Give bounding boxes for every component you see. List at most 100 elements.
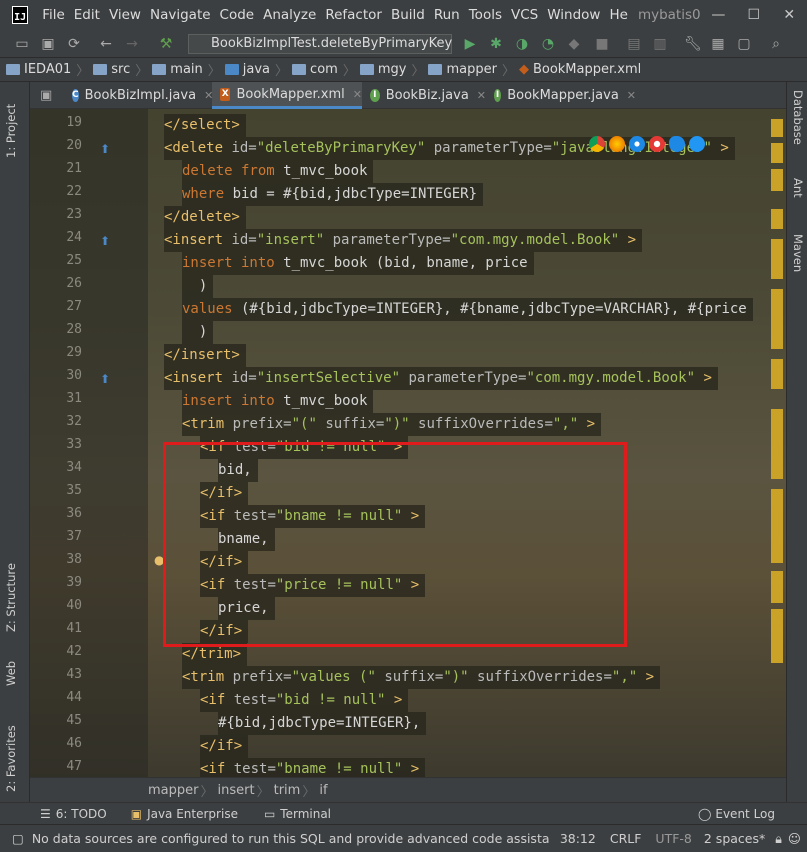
line-number[interactable]: 45 [50, 713, 82, 728]
line-number[interactable]: 29 [50, 345, 82, 360]
line-number[interactable]: 41 [50, 621, 82, 636]
code-line[interactable]: delete from t_mvc_book [182, 160, 374, 183]
menu-analyze[interactable]: Analyze [263, 7, 316, 23]
code-line[interactable]: where bid = #{bid,jdbcType=INTEGER} [182, 183, 484, 206]
terminal-tab[interactable]: Terminal [280, 807, 331, 821]
line-number[interactable]: 47 [50, 759, 82, 774]
edge-icon[interactable] [689, 136, 705, 152]
safari-icon[interactable] [629, 136, 645, 152]
run-configuration-selector[interactable]: BookBizImplTest.deleteByPrimaryKey [188, 34, 452, 54]
breadcrumb-src[interactable]: src [93, 62, 130, 77]
code-line[interactable]: insert into t_mvc_book (bid, bname, pric… [182, 252, 534, 275]
menu-edit[interactable]: Edit [74, 7, 100, 23]
tool-tab-ant[interactable]: Ant [791, 178, 805, 214]
line-number[interactable]: 24 [50, 230, 82, 245]
breadcrumb-mgy[interactable]: mgy [359, 62, 406, 77]
close-icon[interactable]: ✕ [353, 88, 362, 101]
breadcrumb-com[interactable]: com [292, 62, 338, 77]
search-icon[interactable]: ⌕ [768, 36, 784, 52]
tab-bookbiz[interactable]: I BookBiz.java ✕ [362, 82, 486, 109]
code-line[interactable]: <trim prefix="values (" suffix=")" suffi… [182, 666, 661, 689]
code-line[interactable]: </delete> [164, 206, 246, 229]
code-line[interactable]: ) [182, 321, 214, 344]
line-number[interactable]: 46 [50, 736, 82, 751]
settings-wrench-icon[interactable]: 🔧︎ [684, 36, 702, 52]
code-line[interactable]: ) [182, 275, 214, 298]
run-icon[interactable]: ▶ [462, 36, 478, 52]
chrome-icon[interactable] [589, 136, 605, 152]
menu-code[interactable]: Code [220, 7, 255, 23]
sync-icon[interactable]: ⟳ [66, 36, 82, 52]
line-number[interactable]: 40 [50, 598, 82, 613]
line-separator[interactable]: CRLF [610, 831, 642, 846]
breadcrumb-project[interactable]: IEDA01 [6, 62, 71, 77]
indent-setting[interactable]: 2 spaces* [704, 831, 765, 846]
code-line[interactable]: </select> [164, 114, 246, 137]
line-number[interactable]: 31 [50, 391, 82, 406]
tool-tab-project[interactable]: 1: Project [4, 88, 18, 158]
open-folder-icon[interactable]: ▭ [14, 36, 30, 52]
code-line[interactable]: insert into t_mvc_book [182, 390, 374, 413]
breadcrumb-file[interactable]: ◆ BookMapper.xml [519, 62, 641, 77]
code-line[interactable]: <insert id="insertSelective" parameterTy… [164, 367, 718, 390]
firefox-icon[interactable] [609, 136, 625, 152]
close-icon[interactable]: ✕ [477, 89, 486, 102]
code-line[interactable]: <insert id="insert" parameterType="com.m… [164, 229, 643, 252]
menu-navigate[interactable]: Navigate [150, 7, 211, 23]
attach-icon[interactable]: ◆ [566, 36, 582, 52]
file-encoding[interactable]: UTF-8 [655, 831, 691, 846]
tab-bookbizimpl[interactable]: C BookBizImpl.java ✕ [64, 82, 213, 109]
tool-tab-web[interactable]: Web [4, 652, 18, 686]
sdk-icon[interactable]: ▦ [710, 36, 726, 52]
coverage-icon[interactable]: ◑ [514, 36, 530, 52]
line-number[interactable]: 22 [50, 184, 82, 199]
menu-window[interactable]: Window [547, 7, 600, 23]
close-icon[interactable]: ✕ [627, 89, 636, 102]
code-line[interactable]: <if test="bid != null" > [200, 689, 409, 712]
lock-icon[interactable]: 🔒︎ [775, 831, 782, 847]
tool-tab-database[interactable]: Database [791, 90, 805, 160]
line-number[interactable]: 19 [50, 115, 82, 130]
line-number[interactable]: 35 [50, 483, 82, 498]
code-line[interactable]: </insert> [164, 344, 246, 367]
code-line[interactable]: <if test="bname != null" > [200, 758, 426, 777]
code-line[interactable]: values (#{bid,jdbcType=INTEGER}, #{bname… [182, 298, 753, 321]
line-number[interactable]: 27 [50, 299, 82, 314]
run-dashboard-icon[interactable]: ▤ [626, 36, 642, 52]
line-number[interactable]: 26 [50, 276, 82, 291]
menu-build[interactable]: Build [391, 7, 425, 23]
event-log-tab[interactable]: Event Log [715, 807, 775, 821]
menu-run[interactable]: Run [434, 7, 460, 23]
java-enterprise-tab[interactable]: Java Enterprise [147, 807, 238, 821]
tool-tab-maven[interactable]: Maven [791, 234, 805, 286]
caret-position[interactable]: 38:12 [560, 831, 596, 846]
line-number[interactable]: 43 [50, 667, 82, 682]
opera-icon[interactable] [649, 136, 665, 152]
line-number[interactable]: 34 [50, 460, 82, 475]
line-number[interactable]: 39 [50, 575, 82, 590]
intellij-logo-icon[interactable]: IJ [12, 6, 29, 24]
code-line[interactable]: <trim prefix="(" suffix=")" suffixOverri… [182, 413, 602, 436]
code-line[interactable]: #{bid,jdbcType=INTEGER}, [218, 712, 427, 735]
implementation-arrow-icon[interactable]: ⬆ [100, 234, 110, 248]
crumb-insert[interactable]: insert [218, 783, 255, 798]
line-number[interactable]: 42 [50, 644, 82, 659]
breadcrumb-main[interactable]: main [152, 62, 203, 77]
line-number[interactable]: 44 [50, 690, 82, 705]
minimize-button[interactable]: — [701, 7, 736, 23]
code-line[interactable]: </if> [200, 735, 249, 758]
build-hammer-icon[interactable]: ⚒ [158, 36, 174, 52]
forward-icon[interactable]: → [124, 36, 140, 52]
crumb-mapper[interactable]: mapper [148, 783, 198, 798]
tool-tab-favorites[interactable]: 2: Favorites [4, 712, 18, 792]
line-number[interactable]: 30 [50, 368, 82, 383]
menu-refactor[interactable]: Refactor [325, 7, 382, 23]
line-number[interactable]: 20 [50, 138, 82, 153]
line-number[interactable]: 23 [50, 207, 82, 222]
frame-icon[interactable]: ▢ [736, 36, 752, 52]
close-button[interactable]: ✕ [772, 7, 807, 23]
crumb-if[interactable]: if [319, 783, 327, 798]
line-number[interactable]: 38 [50, 552, 82, 567]
line-number[interactable]: 25 [50, 253, 82, 268]
recent-files-icon[interactable]: ▣ [40, 88, 52, 103]
